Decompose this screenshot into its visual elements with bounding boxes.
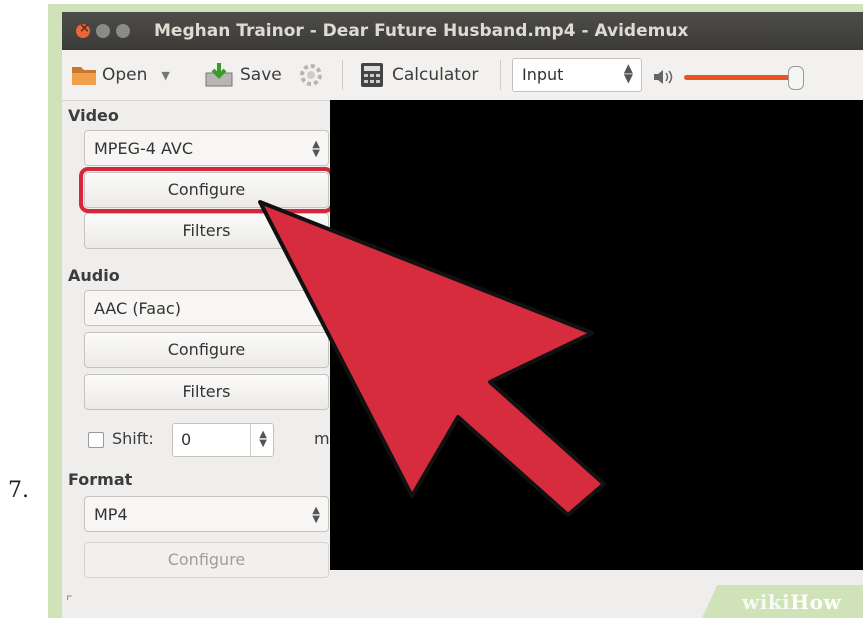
window-title: Meghan Trainor - Dear Future Husband.mp4…: [154, 21, 689, 41]
app-window: Meghan Trainor - Dear Future Husband.mp4…: [62, 12, 863, 618]
audio-configure-button[interactable]: Configure: [84, 332, 329, 368]
left-panel: Video MPEG-4 AVC ▲ ▼ Configure Filters Au…: [62, 100, 338, 618]
spin-arrows-icon: ▲ ▼: [312, 139, 320, 159]
resize-grip-icon[interactable]: ⌜: [66, 594, 73, 610]
format-select[interactable]: MP4 ▲ ▼: [84, 496, 329, 532]
calculator-button[interactable]: Calculator: [360, 50, 478, 100]
toolbar: Open ▼ Save Calculator Input ▲ ▼: [62, 50, 863, 101]
spin-divider: [250, 424, 251, 456]
watermark-part1: wiki: [742, 590, 791, 614]
step-number: 7.: [8, 478, 29, 503]
video-codec-value: MPEG-4 AVC: [94, 139, 194, 158]
save-icon: [205, 63, 233, 87]
minimize-icon[interactable]: [96, 24, 110, 38]
watermark-logo: wikiHow: [742, 590, 841, 614]
format-value: MP4: [94, 505, 128, 524]
toolbar-separator: [342, 60, 343, 90]
audio-filters-button[interactable]: Filters: [84, 374, 329, 410]
watermark-part2: How: [790, 590, 842, 614]
shift-input[interactable]: 0 ▲ ▼: [172, 423, 274, 457]
format-heading: Format: [68, 470, 133, 489]
spin-arrows-icon: ▲ ▼: [623, 61, 633, 85]
close-icon[interactable]: [76, 21, 90, 38]
volume-slider-handle[interactable]: [788, 66, 804, 90]
volume-icon[interactable]: [652, 68, 674, 86]
title-bar: Meghan Trainor - Dear Future Husband.mp4…: [62, 12, 863, 50]
shift-row: Shift: 0 ▲ ▼ ms: [88, 423, 348, 457]
video-preview: [330, 100, 863, 570]
shift-value: 0: [181, 430, 192, 449]
chevron-down-icon[interactable]: ▼: [161, 69, 169, 82]
calculator-icon: [361, 63, 383, 87]
spin-arrows-icon[interactable]: ▲ ▼: [259, 430, 267, 449]
properties-button[interactable]: [298, 50, 324, 100]
open-label: Open: [102, 65, 148, 85]
open-folder-icon: [72, 67, 96, 85]
video-codec-select[interactable]: MPEG-4 AVC ▲ ▼: [84, 130, 329, 166]
shift-checkbox[interactable]: [88, 432, 104, 448]
format-configure-button: Configure: [84, 542, 329, 578]
video-filters-button[interactable]: Filters: [84, 213, 329, 249]
calculator-label: Calculator: [392, 65, 479, 85]
save-label: Save: [240, 65, 282, 85]
maximize-icon[interactable]: [116, 24, 130, 38]
video-configure-button[interactable]: Configure: [79, 167, 334, 213]
spin-arrows-icon: ▲ ▼: [312, 505, 320, 525]
audio-codec-value: AAC (Faac): [94, 299, 181, 318]
shift-label: Shift:: [112, 429, 154, 448]
volume-slider-track[interactable]: [684, 75, 794, 80]
mode-select[interactable]: Input ▲ ▼: [512, 58, 642, 92]
audio-heading: Audio: [68, 266, 120, 285]
save-button[interactable]: Save: [204, 50, 282, 100]
toolbar-separator: [500, 60, 501, 90]
video-heading: Video: [68, 106, 119, 125]
open-button[interactable]: Open ▼: [70, 50, 170, 100]
mode-value: Input: [522, 65, 564, 84]
gear-icon: [300, 64, 322, 86]
audio-codec-select[interactable]: AAC (Faac): [84, 290, 329, 326]
